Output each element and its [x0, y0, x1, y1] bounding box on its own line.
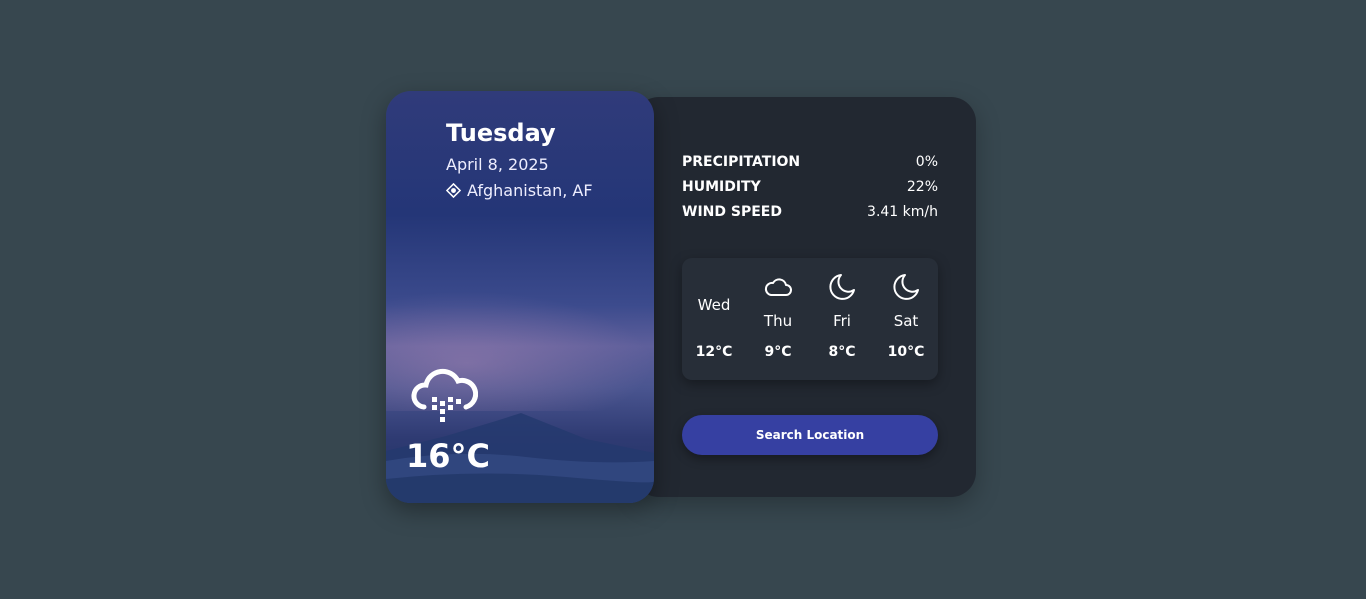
forecast-day-sat: Sat 10°C: [880, 258, 932, 380]
stat-value: 22%: [906, 178, 938, 195]
cloud-icon: [764, 278, 792, 296]
forecast-day-name: Fri: [833, 312, 851, 330]
forecast-temp: 9°C: [764, 344, 792, 360]
search-location-button[interactable]: Search Location: [682, 415, 938, 455]
forecast-day-name: Sat: [893, 312, 919, 330]
forecast-day-name: Wed: [697, 296, 731, 314]
forecast-day-wed: Wed 12°C: [688, 258, 740, 380]
stat-value: 0%: [915, 153, 938, 170]
current-date: April 8, 2025: [446, 155, 549, 174]
location: Afghanistan, AF: [446, 181, 593, 200]
moon-icon: [829, 274, 855, 300]
stat-value: 3.41 km/h: [867, 203, 938, 220]
forecast-temp: 12°C: [695, 344, 733, 360]
stat-row-humidity: HUMIDITY 22%: [682, 174, 938, 199]
weather-app: PRECIPITATION 0% HUMIDITY 22% WIND SPEED…: [386, 91, 976, 503]
forecast-day-thu: Thu 9°C: [752, 258, 804, 380]
stat-label: HUMIDITY: [682, 178, 761, 195]
forecast-day-fri: Fri 8°C: [816, 258, 868, 380]
stat-label: PRECIPITATION: [682, 153, 801, 170]
forecast-temp: 8°C: [828, 344, 856, 360]
current-temperature: 16°C: [406, 437, 491, 475]
current-weather-card: Tuesday April 8, 2025 Afghanistan, AF 16…: [386, 91, 654, 503]
cloud-rain-icon: [411, 368, 478, 422]
day-name: Tuesday: [446, 119, 556, 147]
moon-icon: [893, 274, 919, 300]
stat-label: WIND SPEED: [682, 203, 782, 220]
forecast-day-name: Thu: [763, 312, 793, 330]
stat-row-precipitation: PRECIPITATION 0%: [682, 149, 938, 174]
weather-stats: PRECIPITATION 0% HUMIDITY 22% WIND SPEED…: [682, 149, 938, 224]
forecast-temp: 10°C: [887, 344, 925, 360]
forecast-list: Wed 12°C Thu 9°C Fri 8°C Sat 10°C: [682, 258, 938, 380]
location-text: Afghanistan, AF: [467, 181, 593, 200]
info-panel: PRECIPITATION 0% HUMIDITY 22% WIND SPEED…: [634, 97, 976, 497]
location-pin-icon: [446, 183, 461, 198]
stat-row-wind-speed: WIND SPEED 3.41 km/h: [682, 199, 938, 224]
